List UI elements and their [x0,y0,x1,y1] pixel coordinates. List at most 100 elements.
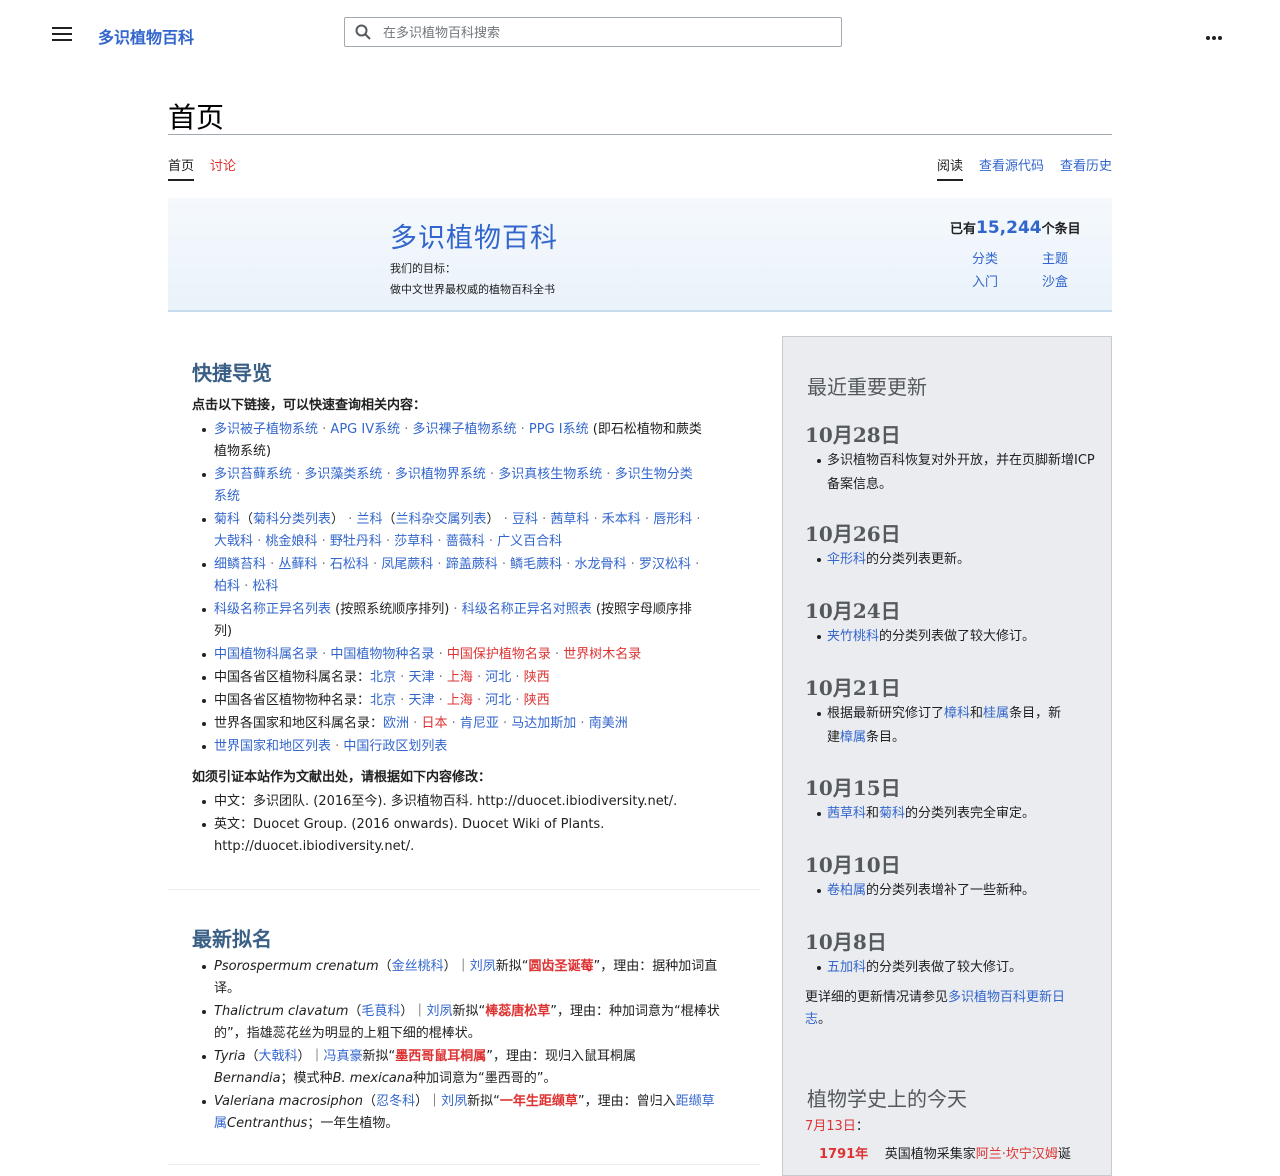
proposed-name-link[interactable]: 圆齿圣诞莓 [528,959,593,974]
update-link[interactable]: 茜草科 [827,806,866,821]
tab-view-source[interactable]: 查看源代码 [979,155,1044,179]
article-count-link[interactable]: 15,244 [976,218,1042,238]
update-log-link[interactable]: 多识植物百科更新日 [948,990,1065,1005]
nav-link[interactable]: 河北 [485,693,511,708]
nav-link[interactable]: 蔷薇科 [446,534,485,549]
site-logo-link[interactable]: 多识植物百科 [98,24,194,48]
nav-link[interactable]: 中国植物科属名录 [214,647,318,662]
nav-link[interactable]: 罗汉松科 [639,557,691,572]
search-box[interactable] [344,17,842,47]
user-link[interactable]: 刘夙 [441,1094,467,1109]
update-log-link[interactable]: 志 [805,1012,818,1027]
nav-link[interactable]: 禾本科 [602,512,641,527]
nav-link[interactable]: 科级名称正异名对照表 [462,602,592,617]
nav-link[interactable]: 系统 [214,489,240,504]
nav-link-missing[interactable]: 中国保护植物名录 [447,647,551,662]
family-link[interactable]: 金丝桃科 [392,959,444,974]
nav-link[interactable]: 莎草科 [394,534,433,549]
nav-link[interactable]: 广义百合科 [497,534,562,549]
nav-link-missing[interactable]: 上海 [447,693,473,708]
nav-link[interactable]: 兰科杂交属列表 [396,512,487,527]
genus-link[interactable]: 距缬草 [676,1094,715,1109]
tab-main-page[interactable]: 首页 [168,155,195,181]
family-link[interactable]: 大戟科 [258,1049,297,1064]
nav-link[interactable]: 茜草科 [550,512,589,527]
nav-link[interactable]: 野牡丹科 [330,534,382,549]
nav-link[interactable]: 中国植物物种名录 [330,647,434,662]
banner-link-intro[interactable]: 入门 [972,271,998,290]
nav-link[interactable]: 天津 [408,693,434,708]
nav-link[interactable]: 凤尾蕨科 [381,557,433,572]
nav-link[interactable]: 多识苔藓系统 [214,467,292,482]
nav-link[interactable]: 河北 [485,670,511,685]
family-link[interactable]: 忍冬科 [376,1094,415,1109]
tab-view-history[interactable]: 查看历史 [1060,155,1112,179]
nav-link[interactable]: 桃金娘科 [265,534,317,549]
nav-link[interactable]: 科级名称正异名列表 [214,602,331,617]
menu-icon[interactable] [52,24,72,42]
nav-link-missing[interactable]: 世界树木名录 [563,647,641,662]
nav-link[interactable]: 石松科 [330,557,369,572]
nav-link[interactable]: 北京 [370,670,396,685]
update-link[interactable]: 五加科 [827,960,866,975]
update-link[interactable]: 桂属 [983,706,1009,721]
year-link[interactable]: 1791年 [819,1147,868,1162]
user-link[interactable]: 冯真豪 [323,1049,362,1064]
nav-link[interactable]: 欧洲 [383,716,409,731]
banner-link-categories[interactable]: 分类 [972,248,998,267]
proposed-name-link[interactable]: 墨西哥鼠耳桐属 [395,1049,486,1064]
genus-link[interactable]: 属 [214,1116,227,1131]
family-link[interactable]: 毛茛科 [361,1004,400,1019]
nav-link[interactable]: 肯尼亚 [460,716,499,731]
more-options-icon[interactable] [1206,29,1228,40]
update-link[interactable]: 樟属 [840,730,866,745]
nav-link[interactable]: 柏科 [214,579,240,594]
nav-link-missing[interactable]: 上海 [447,670,473,685]
update-link[interactable]: 伞形科 [827,552,866,567]
search-input[interactable] [381,22,825,44]
nav-link[interactable]: 兰科 [356,512,382,527]
nav-link-missing[interactable]: 陕西 [524,693,550,708]
person-link[interactable]: 阿兰·坎宁汉姆 [976,1147,1058,1162]
nav-link[interactable]: 天津 [408,670,434,685]
update-link[interactable]: 夹竹桃科 [827,629,879,644]
nav-link[interactable]: 菊科 [214,512,240,527]
tab-discussion[interactable]: 讨论 [210,155,236,179]
user-link[interactable]: 刘夙 [426,1004,452,1019]
nav-link[interactable]: 马达加斯加 [511,716,576,731]
today-date-link[interactable]: 7月13日 [805,1119,856,1134]
nav-link[interactable]: 多识植物界系统 [395,467,486,482]
nav-link[interactable]: APG IV系统 [330,422,400,437]
update-link[interactable]: 樟科 [944,706,970,721]
nav-link[interactable]: 多识真核生物系统 [498,467,602,482]
nav-link[interactable]: 水龙骨科 [575,557,627,572]
nav-link[interactable]: 松科 [252,579,278,594]
nav-link[interactable]: 大戟科 [214,534,253,549]
nav-link[interactable]: 菊科分类列表 [253,512,331,527]
nav-link[interactable]: 南美洲 [589,716,628,731]
nav-link[interactable]: 北京 [370,693,396,708]
banner-link-topics[interactable]: 主题 [1042,248,1068,267]
nav-link[interactable]: 丛藓科 [278,557,317,572]
nav-link[interactable]: 鳞毛蕨科 [510,557,562,572]
user-link[interactable]: 刘夙 [470,959,496,974]
nav-link[interactable]: 多识生物分类 [615,467,693,482]
update-link[interactable]: 菊科 [879,806,905,821]
nav-link[interactable]: PPG I系统 [529,422,589,437]
nav-link[interactable]: 世界国家和地区列表 [214,739,331,754]
proposed-name-link[interactable]: 一年生距缬草 [500,1094,578,1109]
nav-link[interactable]: 蹄盖蕨科 [446,557,498,572]
tab-read[interactable]: 阅读 [937,155,964,181]
nav-link-missing[interactable]: 日本 [421,716,447,731]
banner-link-sandbox[interactable]: 沙盒 [1042,271,1068,290]
nav-link[interactable]: 中国行政区划列表 [343,739,447,754]
nav-link[interactable]: 细鳞苔科 [214,557,266,572]
nav-link[interactable]: 唇形科 [653,512,692,527]
nav-link-missing[interactable]: 陕西 [524,670,550,685]
nav-link[interactable]: 豆科 [512,512,538,527]
update-link[interactable]: 卷柏属 [827,883,866,898]
proposed-name-link[interactable]: 棒蕊唐松草 [485,1004,550,1019]
nav-link[interactable]: 多识裸子植物系统 [413,422,517,437]
nav-link[interactable]: 多识藻类系统 [304,467,382,482]
nav-link[interactable]: 多识被子植物系统 [214,422,318,437]
